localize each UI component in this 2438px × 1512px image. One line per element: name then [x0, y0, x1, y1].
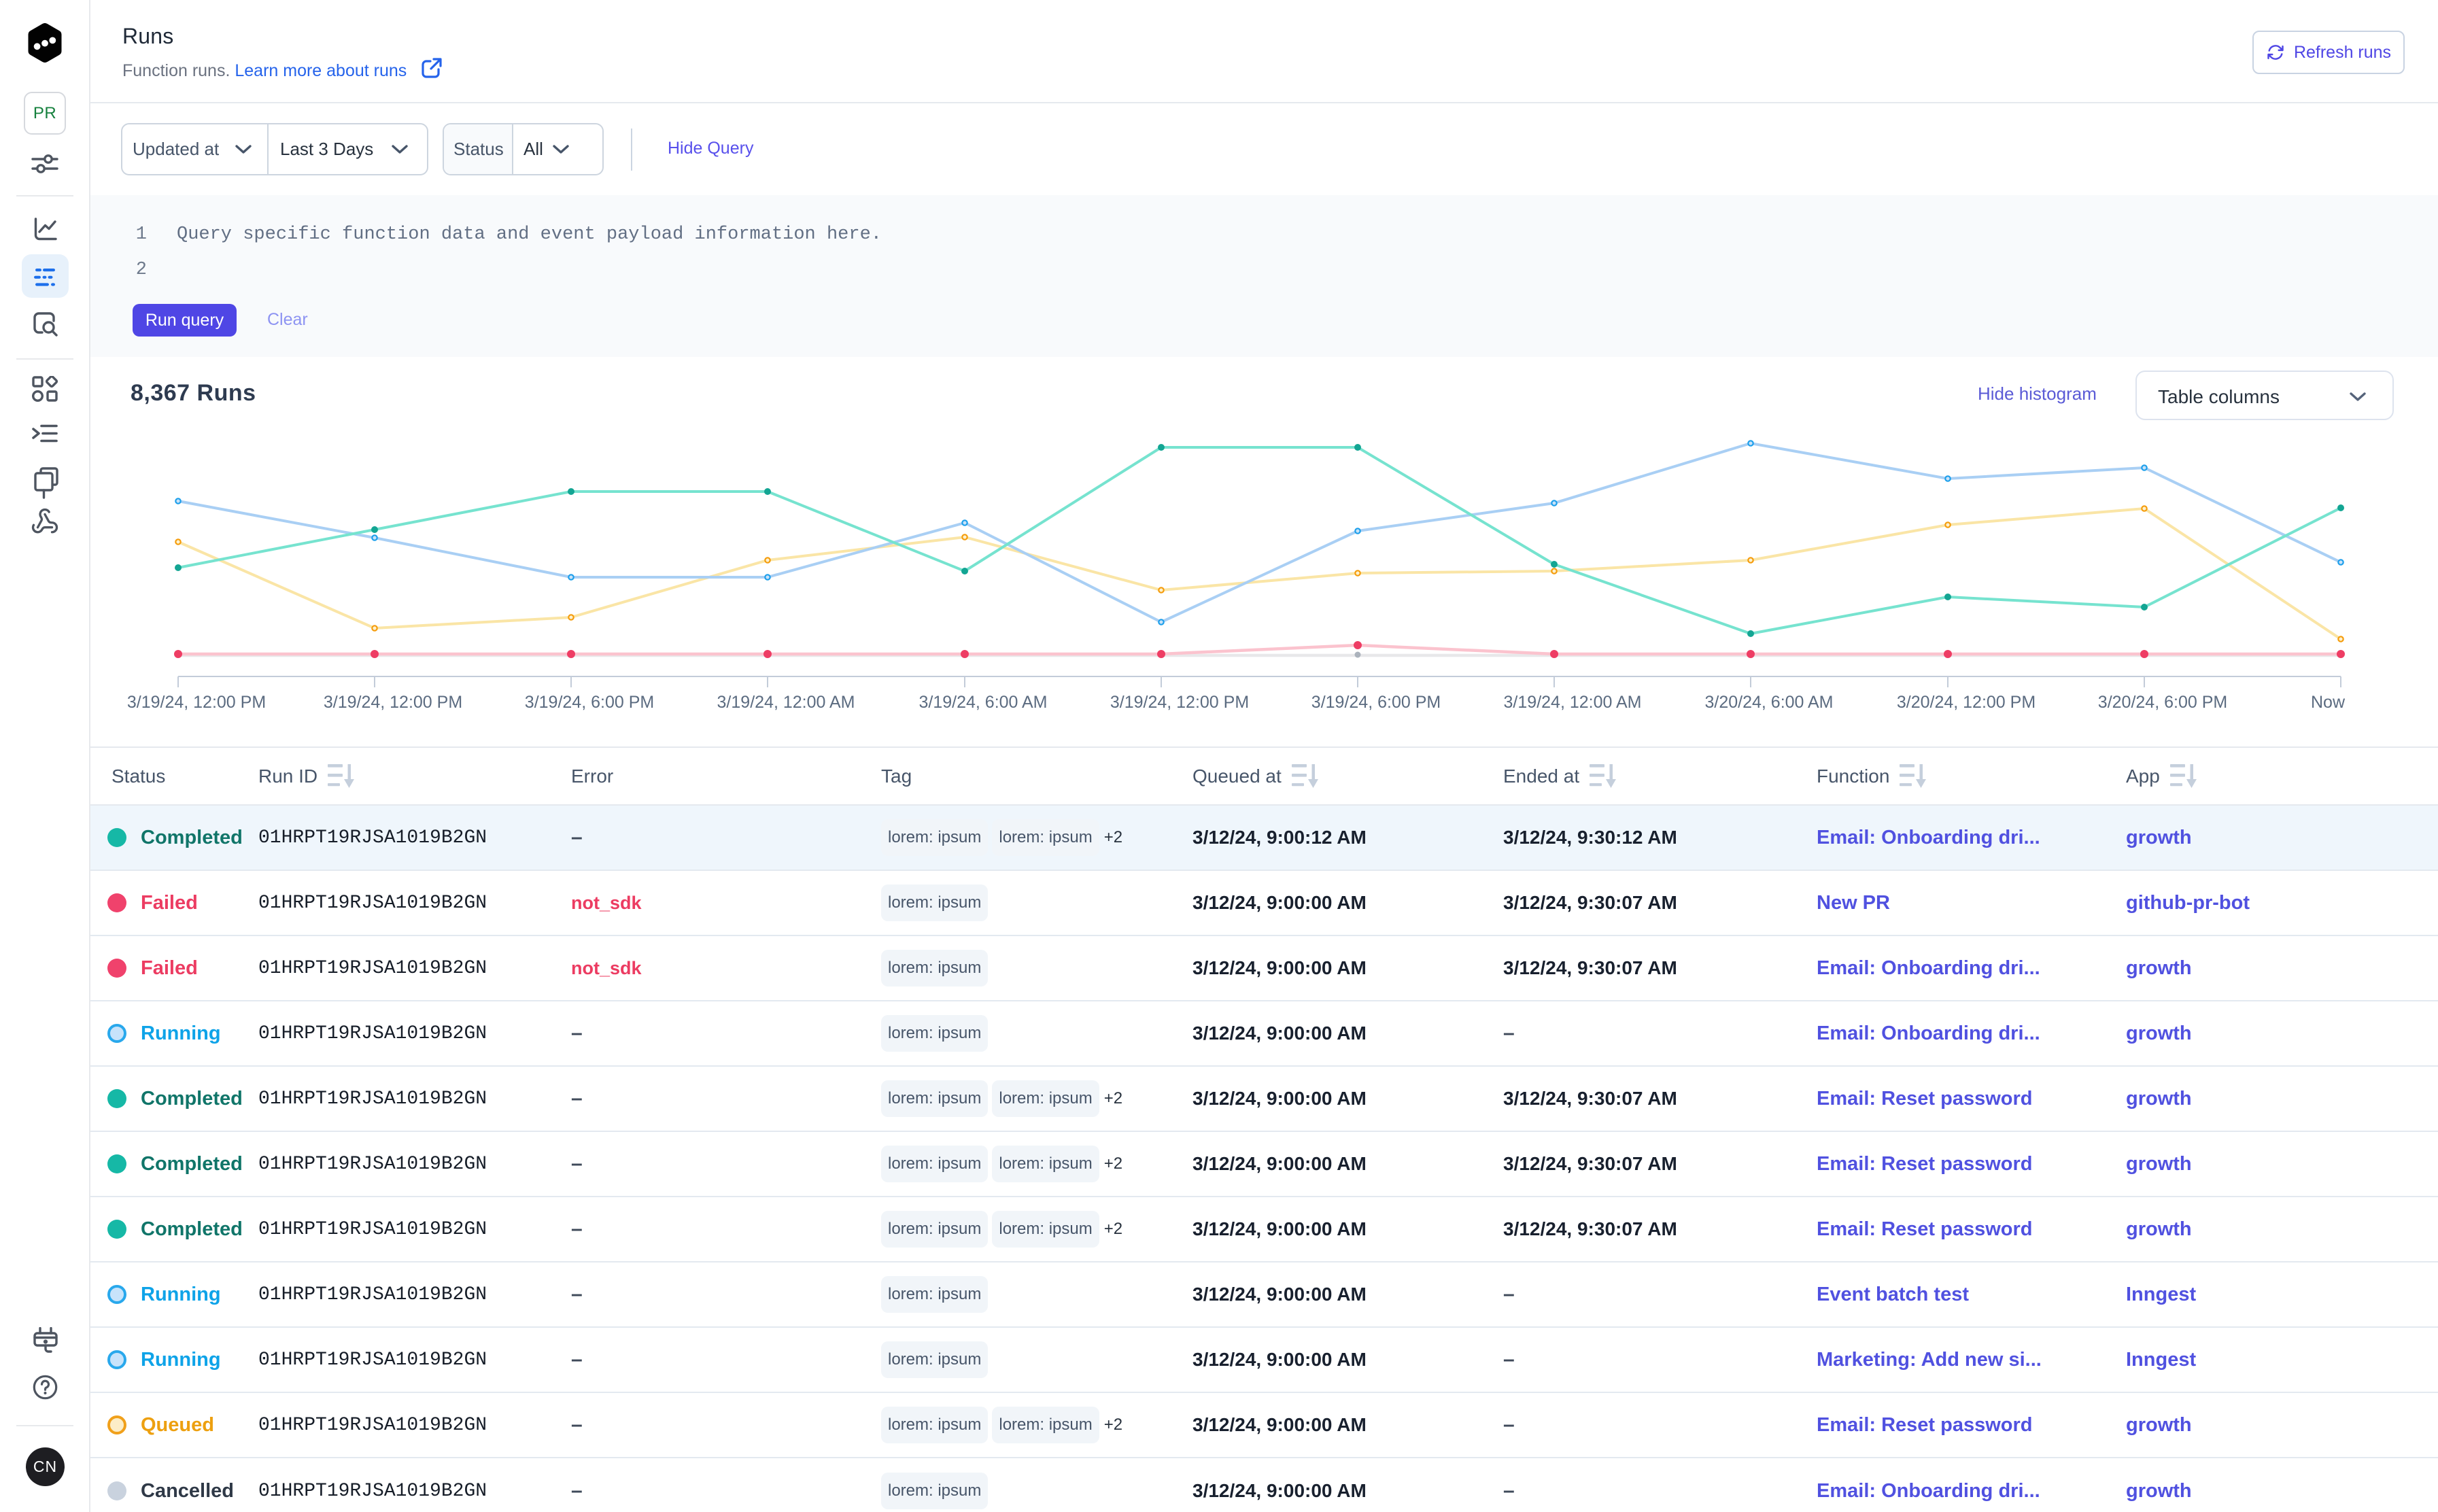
svg-text:3/19/24, 12:00 AM: 3/19/24, 12:00 AM [717, 693, 855, 712]
svg-text:3/19/24, 12:00 PM: 3/19/24, 12:00 PM [324, 693, 462, 712]
svg-text:3/19/24, 6:00 PM: 3/19/24, 6:00 PM [525, 693, 654, 712]
svg-text:3/19/24, 6:00 PM: 3/19/24, 6:00 PM [1311, 693, 1441, 712]
svg-text:3/20/24, 6:00 AM: 3/20/24, 6:00 AM [1704, 693, 1833, 712]
svg-text:3/19/24, 12:00 PM: 3/19/24, 12:00 PM [127, 693, 266, 712]
svg-text:3/19/24, 6:00 AM: 3/19/24, 6:00 AM [918, 693, 1047, 712]
svg-text:3/19/24, 12:00 AM: 3/19/24, 12:00 AM [1504, 693, 1642, 712]
svg-text:3/19/24, 12:00 PM: 3/19/24, 12:00 PM [1110, 693, 1249, 712]
svg-text:3/20/24, 12:00 PM: 3/20/24, 12:00 PM [1897, 693, 2036, 712]
svg-text:3/20/24, 6:00 PM: 3/20/24, 6:00 PM [2098, 693, 2227, 712]
svg-text:Now: Now [2311, 693, 2346, 712]
